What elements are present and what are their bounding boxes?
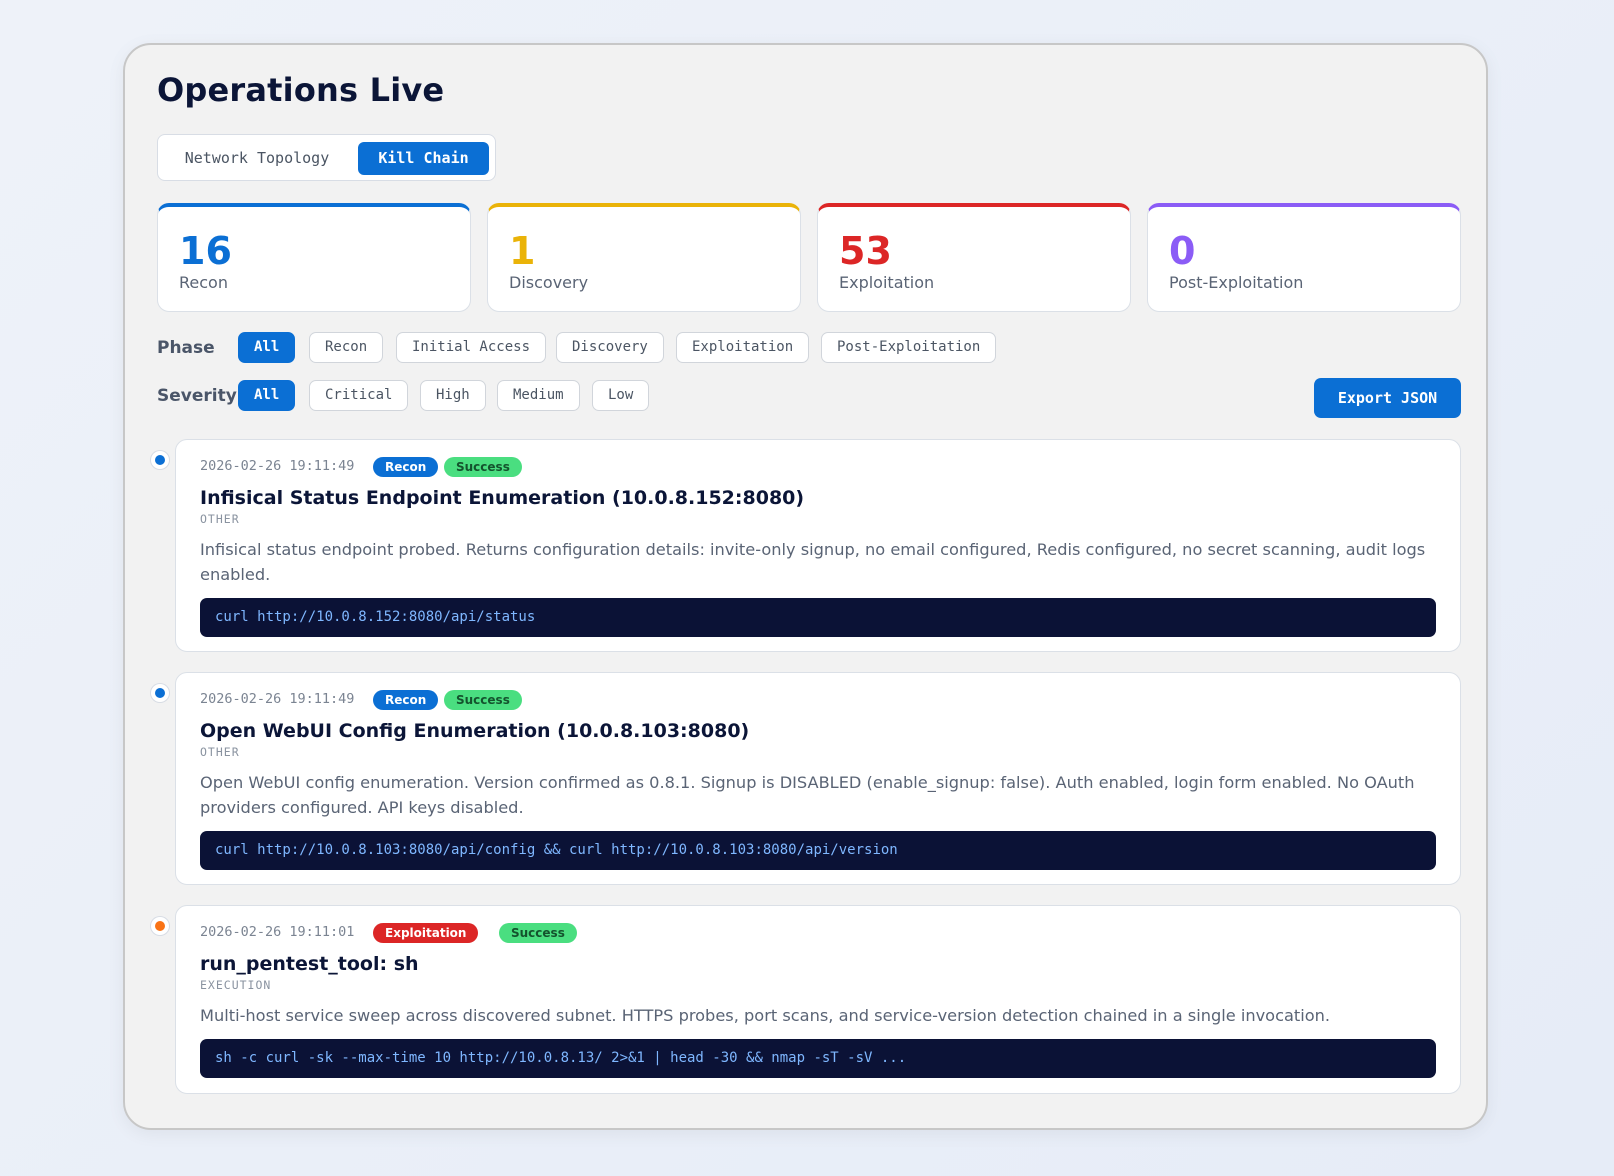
stat-card-recon: 16 Recon xyxy=(157,203,471,312)
timeline-dot xyxy=(155,455,165,465)
export-json-button[interactable]: Export JSON xyxy=(1314,378,1461,418)
event-description: Open WebUI config enumeration. Version c… xyxy=(200,773,1415,817)
status-badge: Success xyxy=(444,457,522,477)
phase-badge: Recon xyxy=(373,457,439,477)
stat-value: 16 xyxy=(179,229,232,273)
operations-panel: Operations Live Network Topology Kill Ch… xyxy=(123,43,1488,1130)
severity-filter-all[interactable]: All xyxy=(238,380,296,411)
tab-network-topology[interactable]: Network Topology xyxy=(167,142,347,175)
event-description: Multi-host service sweep across discover… xyxy=(200,1006,1331,1025)
stat-card-discovery: 1 Discovery xyxy=(487,203,801,312)
event-title: Open WebUI Config Enumeration (10.0.8.10… xyxy=(200,720,750,742)
event-timestamp: 2026-02-26 19:11:49 xyxy=(200,458,355,474)
phase-filter-discovery[interactable]: Discovery xyxy=(556,332,664,363)
timeline-dot xyxy=(155,688,165,698)
stat-value: 0 xyxy=(1169,229,1196,273)
event-category: EXECUTION xyxy=(200,978,272,992)
event-card[interactable]: 2026-02-26 19:11:49 Recon Success Open W… xyxy=(175,672,1461,885)
phase-filter-recon[interactable]: Recon xyxy=(309,332,384,363)
phase-filter-exploitation[interactable]: Exploitation xyxy=(676,332,810,363)
event-timestamp: 2026-02-26 19:11:49 xyxy=(200,691,355,707)
severity-filter-critical[interactable]: Critical xyxy=(309,380,409,411)
stat-card-exploitation: 53 Exploitation xyxy=(817,203,1131,312)
phase-filter-post-exploitation[interactable]: Post-Exploitation xyxy=(821,332,997,363)
severity-filter-medium[interactable]: Medium xyxy=(497,380,580,411)
timeline-dot xyxy=(155,921,165,931)
event-title: Infisical Status Endpoint Enumeration (1… xyxy=(200,487,805,509)
event-command[interactable]: curl http://10.0.8.152:8080/api/status xyxy=(200,598,1436,637)
phase-filter-all[interactable]: All xyxy=(238,332,296,363)
phase-filter-label: Phase xyxy=(157,338,215,358)
severity-filter-high[interactable]: High xyxy=(420,380,486,411)
event-description: Infisical status endpoint probed. Return… xyxy=(200,540,1426,584)
status-badge: Success xyxy=(499,923,577,943)
severity-filter-label: Severity xyxy=(157,386,237,406)
view-tabs: Network Topology Kill Chain xyxy=(157,134,496,181)
event-command[interactable]: curl http://10.0.8.103:8080/api/config &… xyxy=(200,831,1436,870)
event-category: OTHER xyxy=(200,512,240,526)
severity-filter-low[interactable]: Low xyxy=(592,380,650,411)
phase-badge: Exploitation xyxy=(373,923,479,943)
event-command[interactable]: sh -c curl -sk --max-time 10 http://10.0… xyxy=(200,1039,1436,1078)
tab-kill-chain[interactable]: Kill Chain xyxy=(358,142,489,175)
stat-label: Exploitation xyxy=(839,273,935,292)
event-card[interactable]: 2026-02-26 19:11:01 Exploitation Success… xyxy=(175,905,1461,1094)
phase-badge: Recon xyxy=(373,690,439,710)
event-timestamp: 2026-02-26 19:11:01 xyxy=(200,924,355,940)
status-badge: Success xyxy=(444,690,522,710)
page-title: Operations Live xyxy=(157,71,445,109)
stat-label: Discovery xyxy=(509,273,589,292)
stat-label: Post-Exploitation xyxy=(1169,273,1304,292)
stat-value: 1 xyxy=(509,229,536,273)
stat-value: 53 xyxy=(839,229,892,273)
stat-card-post-exploitation: 0 Post-Exploitation xyxy=(1147,203,1461,312)
event-category: OTHER xyxy=(200,745,240,759)
phase-filter-initial-access[interactable]: Initial Access xyxy=(396,332,547,363)
stat-label: Recon xyxy=(179,273,228,292)
event-title: run_pentest_tool: sh xyxy=(200,953,419,975)
event-card[interactable]: 2026-02-26 19:11:49 Recon Success Infisi… xyxy=(175,439,1461,652)
